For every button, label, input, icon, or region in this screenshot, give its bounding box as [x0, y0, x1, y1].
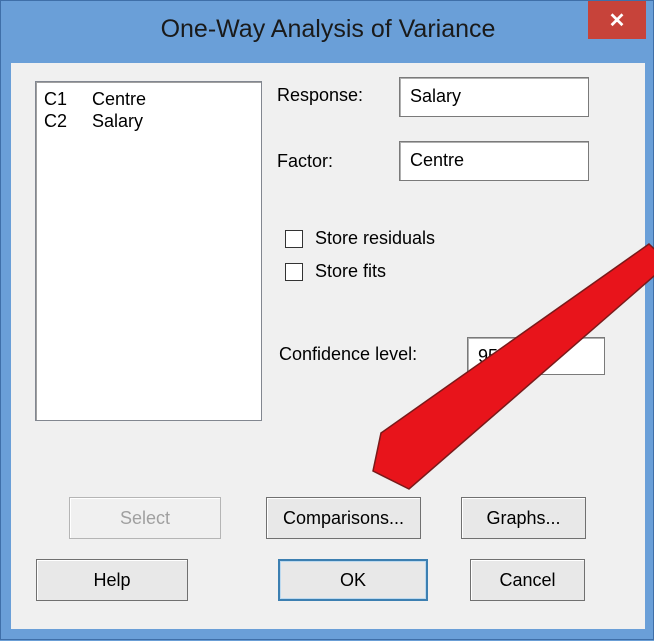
store-residuals-label: Store residuals: [315, 228, 436, 248]
response-label: Response:: [277, 85, 364, 105]
dialog-window: One-Way Analysis of Variance ✕ C1 Centre…: [0, 0, 654, 640]
graphs-button[interactable]: Graphs...: [461, 497, 586, 539]
dialog-body: C1 Centre C2 Salary Response: Salary Fac…: [11, 63, 645, 629]
comparisons-button[interactable]: Comparisons...: [266, 497, 421, 539]
store-fits-option[interactable]: Store fits: [285, 261, 386, 282]
list-item[interactable]: C2 Salary: [36, 110, 261, 132]
variable-name: Salary: [92, 111, 144, 131]
variable-id: C1: [44, 89, 68, 109]
dialog-title: One-Way Analysis of Variance: [160, 15, 496, 43]
ok-button[interactable]: OK: [278, 559, 428, 601]
confidence-input[interactable]: 95.0: [467, 337, 605, 375]
close-button[interactable]: ✕: [588, 1, 646, 39]
list-item[interactable]: C1 Centre: [36, 88, 261, 110]
variable-name: Centre: [92, 89, 147, 109]
confidence-label: Confidence level:: [279, 344, 418, 364]
title-bar[interactable]: One-Way Analysis of Variance ✕: [1, 1, 654, 63]
store-residuals-checkbox[interactable]: [285, 229, 303, 248]
variable-id: C2: [44, 111, 68, 131]
response-input[interactable]: Salary: [399, 77, 589, 117]
factor-input[interactable]: Centre: [399, 141, 589, 181]
select-button[interactable]: Select: [69, 497, 221, 539]
close-icon: ✕: [608, 9, 626, 32]
store-residuals-option[interactable]: Store residuals: [285, 228, 435, 249]
store-fits-checkbox[interactable]: [285, 262, 303, 281]
store-fits-label: Store fits: [315, 261, 387, 281]
cancel-button[interactable]: Cancel: [470, 559, 585, 601]
help-button[interactable]: Help: [36, 559, 188, 601]
variable-list[interactable]: C1 Centre C2 Salary: [35, 81, 262, 421]
factor-label: Factor:: [277, 151, 334, 171]
